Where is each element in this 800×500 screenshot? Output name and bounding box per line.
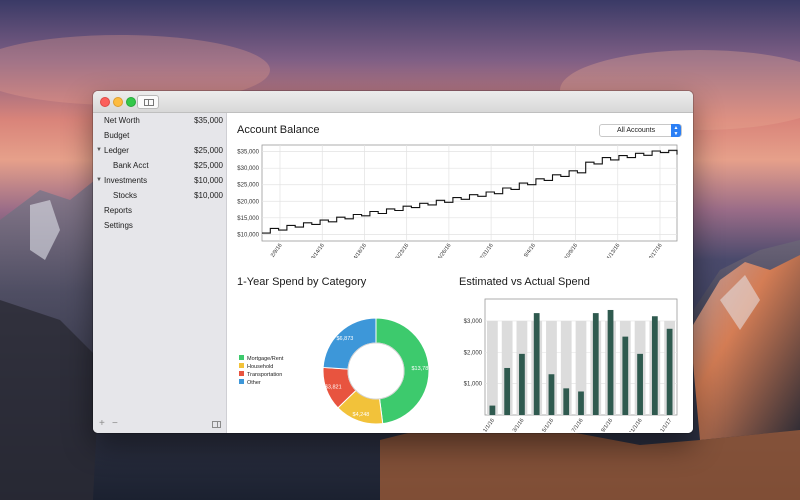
y-tick-label: $15,000 xyxy=(237,216,259,222)
sidebar-footer: + − xyxy=(93,417,227,433)
actual-bar xyxy=(519,353,525,415)
legend-swatch xyxy=(239,371,244,376)
actual-bar xyxy=(563,388,570,415)
minimize-window-button[interactable] xyxy=(113,97,123,107)
sidebar-item-label: Budget xyxy=(104,131,130,140)
actual-bar xyxy=(622,336,629,415)
x-tick-label: 1/1/17 xyxy=(660,418,674,432)
sidebar-item-investments[interactable]: ▼ Investments $10,000 xyxy=(93,174,227,189)
chevron-updown-icon: ▲ ▼ xyxy=(671,124,681,137)
x-tick-label: 9/4/16 xyxy=(523,243,537,258)
actual-bar xyxy=(637,353,643,415)
account-balance-title: Account Balance xyxy=(237,124,320,136)
sidebar-item-settings[interactable]: Settings xyxy=(93,219,227,234)
slice-value-label: $3,821 xyxy=(325,385,342,391)
x-tick-label: 5/23/16 xyxy=(395,243,410,258)
sidebar-item-label: Investments xyxy=(104,176,148,185)
disclosure-triangle-icon[interactable]: ▼ xyxy=(96,147,102,153)
legend-label: Other xyxy=(247,380,261,386)
slice-value-label: $4,248 xyxy=(353,412,370,418)
sidebar-item-amount: $25,000 xyxy=(194,146,223,155)
sidebar-item-bank-acct[interactable]: Bank Acct $25,000 xyxy=(93,159,227,174)
y-tick-label: $35,000 xyxy=(237,150,259,156)
toggle-sidebar-button[interactable] xyxy=(137,95,159,109)
sidebar-item-amount: $25,000 xyxy=(194,161,223,170)
sidebar-item-stocks[interactable]: Stocks $10,000 xyxy=(93,189,227,204)
app-window: Net Worth $35,000 Budget ▼ Ledger $25,00… xyxy=(93,91,693,433)
title-bar xyxy=(93,91,693,113)
x-tick-label: 9/1/16 xyxy=(600,418,614,432)
x-tick-label: 7/1/16 xyxy=(571,418,585,432)
actual-bar xyxy=(607,309,614,415)
x-tick-label: 7/31/16 xyxy=(479,243,494,258)
spend-by-category-chart: Mortgage/Rent Household Transportation Othe… xyxy=(239,317,431,425)
y-tick-label: $2,000 xyxy=(464,350,483,356)
estimated-vs-actual-title: Estimated vs Actual Spend xyxy=(459,276,590,288)
actual-bar xyxy=(578,391,584,415)
x-tick-label: 3/14/16 xyxy=(310,243,325,258)
x-tick-label: 6/26/16 xyxy=(437,243,452,258)
close-window-button[interactable] xyxy=(100,97,110,107)
sidebar-item-net-worth[interactable]: Net Worth $35,000 xyxy=(93,114,227,129)
estimated-vs-actual-chart: $3,000 $2,000 $1,000 1/1/16 3/1/16 5/1/16 7/1/… xyxy=(464,298,678,432)
legend-label: Mortgage/Rent xyxy=(247,356,284,362)
zoom-window-button[interactable] xyxy=(126,97,136,107)
x-tick-label: 12/17/16 xyxy=(646,243,663,258)
x-tick-label: 11/13/16 xyxy=(604,243,621,258)
sidebar-item-ledger[interactable]: ▼ Ledger $25,000 xyxy=(93,144,227,159)
actual-bar xyxy=(666,328,673,415)
donut-hole xyxy=(347,342,405,400)
x-tick-label: 3/1/16 xyxy=(512,418,526,432)
y-tick-label: $25,000 xyxy=(237,183,259,189)
sidebar-item-label: Stocks xyxy=(113,191,138,200)
slice-value-label: $13,780 xyxy=(411,366,431,372)
main-content: Account Balance All Accounts ▲ ▼ $35,000 $… xyxy=(227,113,693,433)
y-tick-label: $20,000 xyxy=(237,199,259,205)
sidebar-item-reports[interactable]: Reports xyxy=(93,204,227,219)
sidebar-item-label: Ledger xyxy=(104,146,129,155)
x-tick-label: 11/1/16 xyxy=(629,418,644,432)
actual-bar xyxy=(592,313,599,415)
y-tick-label: $3,000 xyxy=(464,319,483,325)
sidebar-icon xyxy=(144,99,154,106)
remove-account-button[interactable]: − xyxy=(112,418,118,429)
sidebar-item-label: Settings xyxy=(104,221,133,230)
x-tick-label: 4/18/16 xyxy=(353,243,368,258)
legend-label: Household xyxy=(247,364,273,370)
actual-bar xyxy=(533,313,540,415)
y-tick-label: $1,000 xyxy=(464,382,483,388)
y-tick-label: $30,000 xyxy=(237,166,259,172)
actual-bar xyxy=(651,316,658,415)
sidebar-item-label: Bank Acct xyxy=(113,161,149,170)
sidebar-item-label: Reports xyxy=(104,206,133,215)
sidebar-item-amount: $10,000 xyxy=(194,191,223,200)
sidebar-item-amount: $10,000 xyxy=(194,176,223,185)
estimated-bar xyxy=(487,320,498,415)
add-account-button[interactable]: + xyxy=(99,418,105,429)
x-tick-label: 5/1/16 xyxy=(541,418,555,432)
y-tick-label: $10,000 xyxy=(237,232,259,238)
legend-label: Transportation xyxy=(247,372,282,378)
disclosure-triangle-icon[interactable]: ▼ xyxy=(96,177,102,183)
x-tick-label: 2/9/16 xyxy=(270,243,284,258)
sidebar-item-amount: $35,000 xyxy=(194,116,223,125)
collapse-sidebar-icon[interactable] xyxy=(212,421,221,428)
slice-value-label: $6,873 xyxy=(337,336,354,342)
spend-by-category-title: 1-Year Spend by Category xyxy=(237,276,367,288)
account-balance-chart: $35,000 $30,000 $25,000 $20,000 $15,000 $10,0… xyxy=(237,144,678,258)
actual-bar xyxy=(489,405,496,415)
x-tick-label: 10/9/16 xyxy=(564,243,579,258)
account-filter-dropdown[interactable]: All Accounts ▲ ▼ xyxy=(599,124,682,137)
legend-swatch xyxy=(239,379,244,384)
actual-bar xyxy=(504,367,511,415)
x-tick-label: 1/1/16 xyxy=(482,418,496,432)
sidebar-item-budget[interactable]: Budget xyxy=(93,129,227,144)
sidebar: Net Worth $35,000 Budget ▼ Ledger $25,00… xyxy=(93,113,227,433)
legend-swatch xyxy=(239,355,244,360)
actual-bar xyxy=(548,374,555,415)
account-filter-value: All Accounts xyxy=(617,127,656,134)
sidebar-item-label: Net Worth xyxy=(104,116,140,125)
legend-swatch xyxy=(239,363,244,368)
